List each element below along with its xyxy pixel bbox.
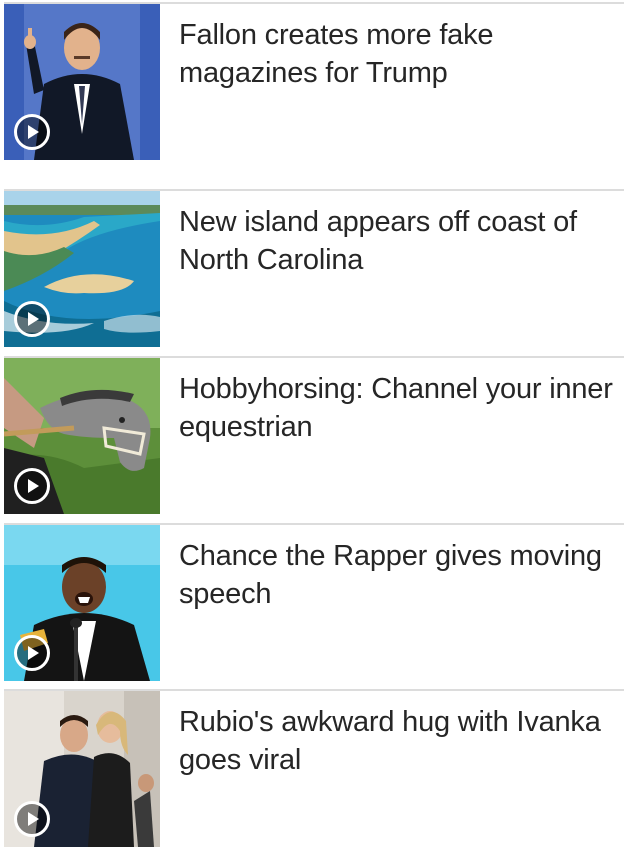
- play-button[interactable]: [14, 301, 50, 337]
- video-headline[interactable]: Fallon creates more fake magazines for T…: [179, 16, 619, 92]
- play-circle-icon: [28, 125, 39, 139]
- video-feed: Fallon creates more fake magazines for T…: [0, 0, 628, 858]
- play-button[interactable]: [14, 635, 50, 671]
- video-thumbnail[interactable]: [4, 4, 160, 160]
- video-headline[interactable]: Rubio's awkward hug with Ivanka goes vir…: [179, 703, 619, 779]
- video-thumbnail[interactable]: [4, 691, 160, 847]
- play-button[interactable]: [14, 468, 50, 504]
- video-item-chance[interactable]: Chance the Rapper gives moving speech: [0, 523, 628, 689]
- video-headline[interactable]: Hobbyhorsing: Channel your inner equestr…: [179, 370, 619, 446]
- video-item-fallon[interactable]: Fallon creates more fake magazines for T…: [0, 2, 628, 168]
- play-circle-icon: [28, 812, 39, 826]
- video-thumbnail[interactable]: [4, 358, 160, 514]
- video-headline[interactable]: Chance the Rapper gives moving speech: [179, 537, 619, 613]
- video-headline[interactable]: New island appears off coast of North Ca…: [179, 203, 619, 279]
- video-item-hobbyhorse[interactable]: Hobbyhorsing: Channel your inner equestr…: [0, 356, 628, 522]
- video-item-rubio[interactable]: Rubio's awkward hug with Ivanka goes vir…: [0, 689, 628, 855]
- play-circle-icon: [28, 646, 39, 660]
- video-item-island[interactable]: New island appears off coast of North Ca…: [0, 189, 628, 355]
- play-button[interactable]: [14, 114, 50, 150]
- video-thumbnail[interactable]: [4, 525, 160, 681]
- play-button[interactable]: [14, 801, 50, 837]
- play-circle-icon: [28, 479, 39, 493]
- video-thumbnail[interactable]: [4, 191, 160, 347]
- play-circle-icon: [28, 312, 39, 326]
